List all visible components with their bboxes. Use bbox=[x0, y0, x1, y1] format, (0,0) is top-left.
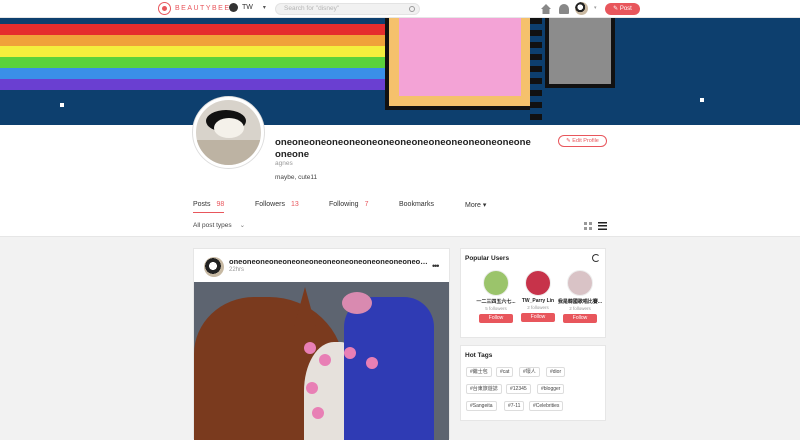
list-view-icon[interactable] bbox=[598, 222, 607, 230]
post-button-plus-icon: ✎ bbox=[613, 6, 620, 12]
search-placeholder: Search for "disney" bbox=[284, 5, 340, 12]
popular-user-avatar[interactable] bbox=[483, 270, 509, 296]
post-author-name[interactable]: oneoneoneoneoneoneoneoneoneoneoneoneoneo… bbox=[229, 257, 429, 266]
follow-button[interactable]: Follow bbox=[479, 314, 513, 323]
globe-icon bbox=[229, 3, 238, 12]
chevron-down-icon: ▾ bbox=[262, 5, 266, 11]
hot-tag[interactable]: #cat bbox=[496, 367, 514, 377]
hot-tag[interactable]: #blogger bbox=[537, 384, 565, 394]
profile-avatar[interactable] bbox=[193, 97, 264, 168]
profile-cover-banner[interactable] bbox=[0, 18, 800, 125]
rainbow-stripe bbox=[0, 46, 390, 57]
popular-user-name[interactable]: 我是韓國歌唱比賽... bbox=[557, 298, 603, 305]
follow-button[interactable]: Follow bbox=[521, 313, 555, 322]
popular-users-panel: Popular Users 一二三四五六七... 5 followers Fol… bbox=[460, 248, 606, 338]
star-sparkle bbox=[700, 98, 704, 102]
hot-tag[interactable]: #Sangeita bbox=[466, 401, 497, 411]
tab-posts[interactable]: Posts 98 bbox=[193, 201, 225, 213]
hot-tags-panel: Hot Tags #繼士包 #cat #壞人 #dior #台東旅遊誌 #123… bbox=[460, 345, 606, 421]
popular-user-card[interactable]: 我是韓國歌唱比賽... 2 followers Follow bbox=[557, 270, 603, 323]
flower-shape bbox=[304, 342, 316, 354]
flower-shape bbox=[319, 354, 331, 366]
more-options-icon[interactable]: ••• bbox=[432, 261, 440, 271]
account-menu-chevron-icon[interactable]: ▾ bbox=[594, 5, 597, 11]
tab-label: Posts bbox=[193, 201, 211, 208]
rainbow-stripe bbox=[0, 68, 390, 79]
popular-user-card[interactable]: 一二三四五六七... 5 followers Follow bbox=[473, 270, 519, 323]
bee-logo-icon bbox=[158, 2, 171, 15]
rider-cap-shape bbox=[342, 292, 372, 314]
post-button[interactable]: ✎ Post bbox=[605, 3, 640, 15]
tab-label: Followers bbox=[255, 201, 285, 208]
rainbow-stripe bbox=[0, 24, 390, 35]
rainbow-stripe bbox=[0, 57, 390, 68]
search-icon[interactable] bbox=[409, 6, 415, 12]
flower-shape bbox=[344, 347, 356, 359]
profile-tabs: Posts 98 Followers 13 Following 7 Bookmarks… bbox=[193, 201, 613, 213]
chevron-down-icon: ⌄ bbox=[239, 222, 246, 229]
tab-label: Bookmarks bbox=[399, 201, 435, 208]
region-label: TW bbox=[242, 4, 253, 11]
user-avatar[interactable] bbox=[575, 2, 588, 15]
tab-count: 98 bbox=[216, 201, 225, 208]
tab-count: 13 bbox=[290, 201, 299, 208]
post-timestamp: 22hrs bbox=[229, 267, 245, 273]
popular-user-avatar[interactable] bbox=[525, 270, 551, 296]
popular-user-card[interactable]: TW_Parry Lin 2 followers Follow bbox=[515, 270, 561, 322]
post-image[interactable] bbox=[194, 282, 449, 440]
rider-shape bbox=[344, 297, 434, 440]
tab-label: More ▾ bbox=[465, 202, 487, 209]
brand-name: BEAUTYBEE bbox=[175, 5, 231, 12]
edit-profile-button[interactable]: ✎ Edit Profile bbox=[558, 135, 607, 147]
profile-handle: agnes bbox=[275, 160, 293, 167]
post-author-avatar[interactable] bbox=[204, 257, 224, 277]
post-type-filter[interactable]: All post types ⌄ bbox=[193, 221, 245, 229]
hot-tags-title: Hot Tags bbox=[465, 352, 493, 359]
popular-user-avatar[interactable] bbox=[567, 270, 593, 296]
tab-bookmarks[interactable]: Bookmarks bbox=[399, 201, 434, 208]
star-sparkle bbox=[60, 103, 64, 107]
flower-shape bbox=[366, 357, 378, 369]
hot-tag[interactable]: #繼士包 bbox=[466, 367, 492, 377]
profile-username: oneoneoneoneoneoneoneoneoneoneoneoneoneo… bbox=[275, 137, 531, 160]
popular-user-name[interactable]: TW_Parry Lin bbox=[515, 298, 561, 304]
region-selector[interactable]: TW ▾ bbox=[229, 3, 266, 12]
rainbow-stripe bbox=[0, 79, 390, 90]
profile-bio: maybe, cute11 bbox=[275, 174, 318, 181]
tab-following[interactable]: Following 7 bbox=[329, 201, 368, 208]
post-card[interactable]: oneoneoneoneoneoneoneoneoneoneoneoneoneo… bbox=[193, 248, 450, 440]
popular-user-followers: 5 followers bbox=[485, 306, 507, 311]
hot-tag[interactable]: #7-11 bbox=[504, 401, 525, 411]
hot-tag[interactable]: #壞人 bbox=[519, 367, 540, 377]
popular-user-followers: 2 followers bbox=[527, 305, 549, 310]
popular-user-name[interactable]: 一二三四五六七... bbox=[473, 298, 519, 305]
notification-bell-icon[interactable] bbox=[559, 4, 569, 14]
hot-tag[interactable]: #12345 bbox=[506, 384, 531, 394]
brand-logo[interactable]: BEAUTYBEE bbox=[158, 2, 231, 15]
filter-label: All post types bbox=[193, 222, 232, 229]
popular-users-title: Popular Users bbox=[465, 255, 510, 262]
edit-profile-label: Edit Profile bbox=[572, 138, 599, 144]
grid-view-icon[interactable] bbox=[584, 222, 592, 230]
hot-tag[interactable]: #台東旅遊誌 bbox=[466, 384, 502, 394]
top-navigation-bar: BEAUTYBEE TW ▾ Search for "disney" ▾ ✎ P… bbox=[0, 0, 800, 18]
flower-shape bbox=[312, 407, 324, 419]
post-button-label: Post bbox=[619, 6, 632, 12]
follow-button[interactable]: Follow bbox=[563, 314, 597, 323]
pixel-trail bbox=[530, 18, 542, 125]
nyan-cat-poptart bbox=[385, 18, 535, 110]
hot-tag[interactable]: #dior bbox=[546, 367, 566, 377]
tab-more[interactable]: More ▾ bbox=[465, 201, 486, 209]
search-input[interactable]: Search for "disney" bbox=[275, 3, 420, 15]
nyan-cat-head bbox=[545, 18, 615, 88]
tab-label: Following bbox=[329, 201, 359, 208]
rainbow-stripe bbox=[0, 35, 390, 46]
tab-count: 7 bbox=[364, 201, 369, 208]
flower-shape bbox=[306, 382, 318, 394]
popular-user-followers: 2 followers bbox=[569, 306, 591, 311]
refresh-icon[interactable] bbox=[592, 254, 600, 262]
home-icon[interactable] bbox=[541, 4, 551, 14]
tab-followers[interactable]: Followers 13 bbox=[255, 201, 299, 208]
hot-tag[interactable]: #Celebrities bbox=[529, 401, 564, 411]
